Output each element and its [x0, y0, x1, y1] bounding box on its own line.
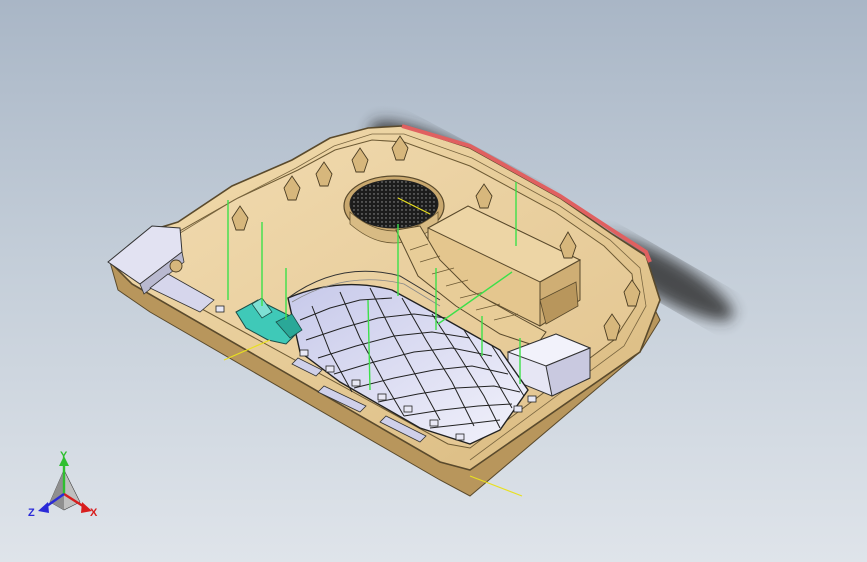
cad-viewport[interactable]: Y X Z: [0, 0, 867, 562]
triad-z-arrow: [38, 502, 49, 513]
triad-x-label: X: [90, 507, 98, 519]
triad-z-label: Z: [28, 507, 35, 519]
model-canvas[interactable]: Y X Z: [0, 0, 867, 562]
orientation-triad[interactable]: Y X Z: [28, 450, 98, 519]
triad-y-label: Y: [60, 450, 68, 462]
